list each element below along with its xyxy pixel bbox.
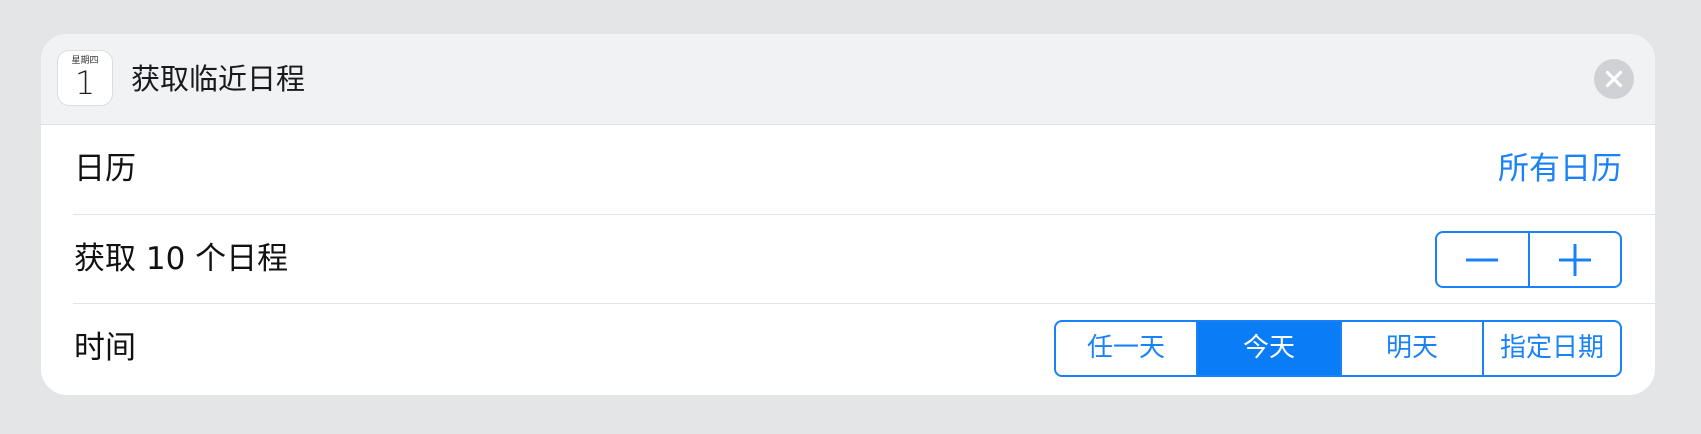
count-label: 获取 10 个日程 — [74, 241, 289, 277]
remove-action-button[interactable] — [1594, 59, 1634, 99]
calendar-label: 日历 — [74, 151, 136, 187]
time-row: 时间 任一天 今天 明天 指定日期 — [41, 304, 1655, 393]
time-option-specified-date[interactable]: 指定日期 — [1482, 322, 1620, 375]
action-title: 获取临近日程 — [131, 62, 306, 96]
count-stepper[interactable] — [1435, 231, 1622, 288]
count-row: 获取 10 个日程 — [41, 215, 1655, 304]
time-option-any-day[interactable]: 任一天 — [1056, 322, 1196, 375]
action-header: 星期四 1 获取临近日程 — [41, 34, 1655, 125]
time-label: 时间 — [74, 330, 136, 366]
time-option-tomorrow[interactable]: 明天 — [1340, 322, 1482, 375]
calendar-icon: 星期四 1 — [57, 50, 113, 106]
time-segmented-control[interactable]: 任一天 今天 明天 指定日期 — [1054, 320, 1622, 377]
get-upcoming-events-action-card: 星期四 1 获取临近日程 日历 所有日历 获取 10 个日程 时间 任一天 今天… — [41, 34, 1655, 395]
calendar-row: 日历 所有日历 — [41, 125, 1655, 214]
calendar-picker[interactable]: 所有日历 — [1498, 125, 1622, 214]
increment-button[interactable] — [1527, 233, 1621, 286]
plus-icon — [1558, 243, 1591, 276]
decrement-button[interactable] — [1437, 233, 1528, 286]
time-option-today[interactable]: 今天 — [1196, 322, 1340, 375]
minus-icon — [1466, 258, 1499, 261]
calendar-icon-day: 1 — [74, 64, 96, 102]
close-icon — [1605, 70, 1623, 88]
